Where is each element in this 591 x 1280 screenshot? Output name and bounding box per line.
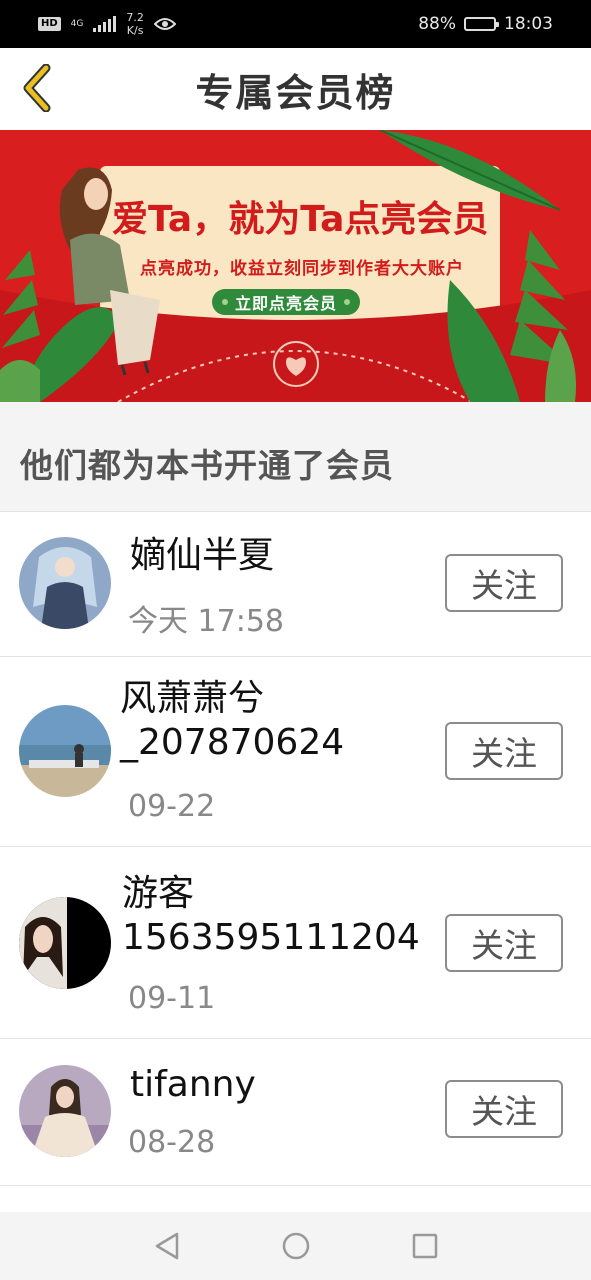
member-name: 风萧萧兮 _207870624: [120, 678, 345, 763]
member-banner[interactable]: 爱Ta，就为Ta点亮会员 点亮成功，收益立刻同步到作者大大账户 立即点亮会员: [0, 130, 591, 402]
status-bar: HD 4G 7.2 K/s 88% 18:03: [0, 0, 591, 48]
light-up-member-button[interactable]: 立即点亮会员: [212, 289, 360, 315]
eye-icon: [153, 18, 176, 30]
square-recents-icon[interactable]: [411, 1232, 439, 1260]
follow-button[interactable]: 关注: [445, 914, 563, 972]
network-type: 4G: [70, 18, 84, 29]
avatar[interactable]: [19, 705, 111, 797]
list-item[interactable]: 嫡仙半夏 今天 17:58 关注: [0, 512, 591, 657]
network-speed: 7.2 K/s: [126, 11, 144, 37]
triangle-back-icon[interactable]: [153, 1231, 181, 1261]
follow-button[interactable]: 关注: [445, 554, 563, 612]
banner-headline: 爱Ta，就为Ta点亮会员: [112, 199, 489, 240]
list-item-partial: [0, 1186, 591, 1212]
app-header: 专属会员榜: [0, 48, 591, 130]
member-time: 09-11: [128, 981, 216, 1016]
circle-home-icon[interactable]: [281, 1231, 311, 1261]
avatar[interactable]: [19, 1065, 111, 1157]
hd-badge: HD: [38, 17, 61, 31]
avatar[interactable]: [19, 897, 111, 989]
member-time: 今天 17:58: [128, 604, 284, 639]
speed-value: 7.2: [126, 11, 144, 24]
back-button[interactable]: [14, 64, 58, 112]
page-title: 专属会员榜: [195, 70, 396, 115]
clock: 18:03: [504, 14, 553, 34]
battery-percent: 88%: [418, 14, 456, 34]
section-header: 他们都为本书开通了会员: [0, 402, 591, 512]
banner-subtitle: 点亮成功，收益立刻同步到作者大大账户: [140, 259, 464, 279]
list-item[interactable]: 风萧萧兮 _207870624 09-22 关注: [0, 657, 591, 847]
speed-unit: K/s: [126, 24, 144, 37]
list-item[interactable]: 游客 1563595111204 09-11 关注: [0, 847, 591, 1039]
status-left: HD 4G 7.2 K/s: [38, 11, 176, 37]
status-right: 88% 18:03: [418, 14, 553, 34]
list-item[interactable]: tifanny 08-28 关注: [0, 1039, 591, 1186]
member-time: 08-28: [128, 1125, 216, 1160]
section-title: 他们都为本书开通了会员: [20, 446, 394, 485]
follow-button[interactable]: 关注: [445, 722, 563, 780]
chevron-left-icon: [23, 64, 51, 112]
member-list: 嫡仙半夏 今天 17:58 关注 风萧萧兮 _207870624 09-22 关…: [0, 512, 591, 1186]
avatar[interactable]: [19, 537, 111, 629]
member-time: 09-22: [128, 789, 216, 824]
member-name: tifanny: [130, 1064, 256, 1105]
system-nav-bar: [0, 1212, 591, 1280]
follow-button[interactable]: 关注: [445, 1080, 563, 1138]
battery-icon: [464, 17, 499, 31]
signal-icon: [93, 16, 117, 32]
member-name: 游客 1563595111204: [122, 873, 420, 958]
member-name: 嫡仙半夏: [130, 535, 275, 576]
